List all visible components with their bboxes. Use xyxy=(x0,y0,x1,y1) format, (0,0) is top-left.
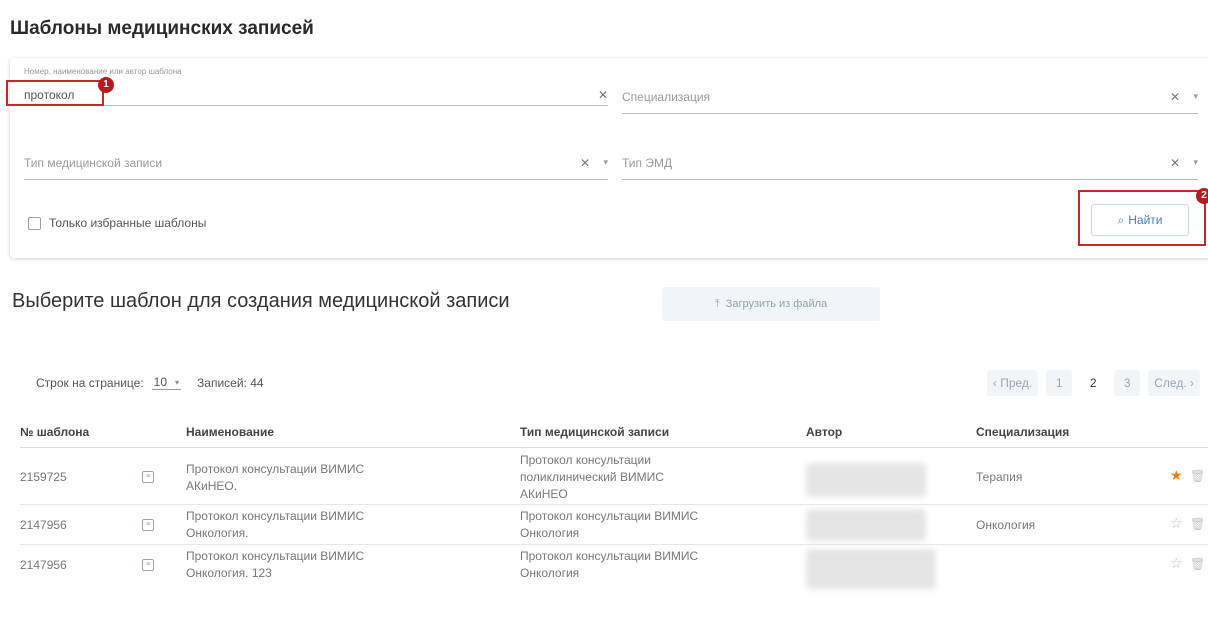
header-name[interactable]: Наименование xyxy=(186,425,274,439)
header-divider xyxy=(20,447,1208,448)
favorite-star-icon[interactable]: ☆ xyxy=(1170,515,1183,532)
search-highlight-box xyxy=(6,80,104,106)
specialization-placeholder: Специализация xyxy=(622,90,711,104)
record-type: Протокол консультации поликлинический ВИ… xyxy=(520,452,664,503)
template-number: 2147956 xyxy=(20,518,67,532)
favorites-only-checkbox[interactable]: Только избранные шаблоны xyxy=(28,216,206,230)
record-type: Протокол консультации ВИМИС Онкология xyxy=(520,508,698,542)
favorites-only-label: Только избранные шаблоны xyxy=(49,216,207,230)
pagination: ‹ Пред. 1 2 3 След. › xyxy=(979,370,1200,396)
template-name-line: Онкология. 123 xyxy=(186,566,272,580)
upload-from-file-button[interactable]: ⤒ Загрузить из файла xyxy=(662,287,880,321)
section-title: Выберите шаблон для создания медицинской… xyxy=(12,290,510,312)
page-3-button[interactable]: 3 xyxy=(1114,370,1141,396)
template-name-line: Протокол консультации ВИМИС xyxy=(186,462,365,476)
template-name: Протокол консультации ВИМИС Онкология. 1… xyxy=(186,548,364,582)
author-blurred xyxy=(806,549,936,589)
header-author[interactable]: Автор xyxy=(806,425,842,439)
template-name: Протокол консультации ВИМИС АКиНЕО. xyxy=(186,461,364,495)
record-type-line: АКиНЕО xyxy=(520,487,568,501)
header-specialization[interactable]: Специализация xyxy=(976,425,1069,439)
template-name-line: Онкология. xyxy=(186,526,249,540)
page-2-button[interactable]: 2 xyxy=(1080,370,1107,396)
header-record-type[interactable]: Тип медицинской записи xyxy=(520,425,669,439)
table-row[interactable]: 2159725 ≡ Протокол консультации ВИМИС АК… xyxy=(20,449,1208,505)
rows-per-page-label: Строк на странице: xyxy=(36,375,144,390)
chevron-down-icon[interactable]: ▾ xyxy=(1193,91,1198,102)
checkbox-box[interactable] xyxy=(28,216,41,230)
specialization-select[interactable]: Специализация ✕ ▾ xyxy=(622,82,1198,114)
record-type-line: Онкология xyxy=(520,566,580,580)
specialization: Онкология xyxy=(976,518,1036,532)
rows-per-page-select[interactable]: 10 ▾ xyxy=(151,375,182,390)
template-name: Протокол консультации ВИМИС Онкология. xyxy=(186,508,364,542)
upload-icon: ⤒ xyxy=(714,297,720,310)
find-button-label: Найти xyxy=(1128,213,1163,227)
find-button[interactable]: ⌕ Найти xyxy=(1091,204,1189,236)
record-type: Протокол консультации ВИМИС Онкология xyxy=(520,548,698,582)
specialization: Терапия xyxy=(976,470,1023,484)
records-count: Записей: 44 xyxy=(197,375,264,390)
trash-icon[interactable]: 🗑 xyxy=(1190,557,1205,571)
template-number: 2147956 xyxy=(20,558,67,572)
search-input-label: Номер, наименование или автор шаблона xyxy=(24,67,182,76)
favorite-star-icon[interactable]: ☆ xyxy=(1170,555,1183,572)
document-icon[interactable]: ≡ xyxy=(142,471,154,483)
record-type-line: Протокол консультации ВИМИС xyxy=(520,549,699,563)
header-number[interactable]: № шаблона xyxy=(20,425,89,439)
record-type-line: поликлинический ВИМИС xyxy=(520,470,664,484)
table-row[interactable]: 2147956 ≡ Протокол консультации ВИМИС Он… xyxy=(20,505,1208,545)
template-name-line: АКиНЕО. xyxy=(186,479,238,493)
rows-per-page: Строк на странице: 10 ▾ Записей: 44 xyxy=(36,375,264,390)
clear-specialization-icon[interactable]: ✕ xyxy=(1170,90,1180,104)
page-title: Шаблоны медицинских записей xyxy=(10,18,314,39)
prev-page-button[interactable]: ‹ Пред. xyxy=(986,370,1039,396)
upload-button-label: Загрузить из файла xyxy=(725,298,828,310)
clear-emd-type-icon[interactable]: ✕ xyxy=(1170,156,1180,170)
author-blurred xyxy=(806,463,926,497)
template-number: 2159725 xyxy=(20,470,67,484)
document-icon[interactable]: ≡ xyxy=(142,559,154,571)
table-row[interactable]: 2147956 ≡ Протокол консультации ВИМИС Он… xyxy=(20,545,1208,589)
author-blurred xyxy=(806,509,926,541)
record-type-placeholder: Тип медицинской записи xyxy=(24,156,163,170)
emd-type-select[interactable]: Тип ЭМД ✕ ▾ xyxy=(622,148,1198,180)
clear-search-icon[interactable]: ✕ xyxy=(598,88,608,102)
favorite-star-icon[interactable]: ★ xyxy=(1170,467,1183,484)
chevron-down-icon[interactable]: ▾ xyxy=(1193,157,1198,168)
record-type-select[interactable]: Тип медицинской записи ✕ ▾ xyxy=(24,148,608,180)
emd-type-placeholder: Тип ЭМД xyxy=(622,156,673,170)
search-icon: ⌕ xyxy=(1117,212,1125,227)
chevron-down-icon: ▾ xyxy=(175,377,180,387)
template-name-line: Протокол консультации ВИМИС xyxy=(186,549,365,563)
step-marker-1: 1 xyxy=(98,77,114,93)
record-type-line: Онкология xyxy=(520,526,580,540)
clear-record-type-icon[interactable]: ✕ xyxy=(580,156,590,170)
chevron-down-icon[interactable]: ▾ xyxy=(603,157,608,168)
next-page-button[interactable]: След. › xyxy=(1148,370,1200,396)
step-marker-2: 2 xyxy=(1196,188,1208,204)
document-icon[interactable]: ≡ xyxy=(142,519,154,531)
page-1-button[interactable]: 1 xyxy=(1046,370,1073,396)
record-type-line: Протокол консультации ВИМИС xyxy=(520,509,699,523)
template-name-line: Протокол консультации ВИМИС xyxy=(186,509,365,523)
trash-icon[interactable]: 🗑 xyxy=(1190,517,1205,531)
record-type-line: Протокол консультации xyxy=(520,453,651,467)
rows-per-page-value: 10 xyxy=(153,375,168,389)
trash-icon[interactable]: 🗑 xyxy=(1190,469,1205,483)
